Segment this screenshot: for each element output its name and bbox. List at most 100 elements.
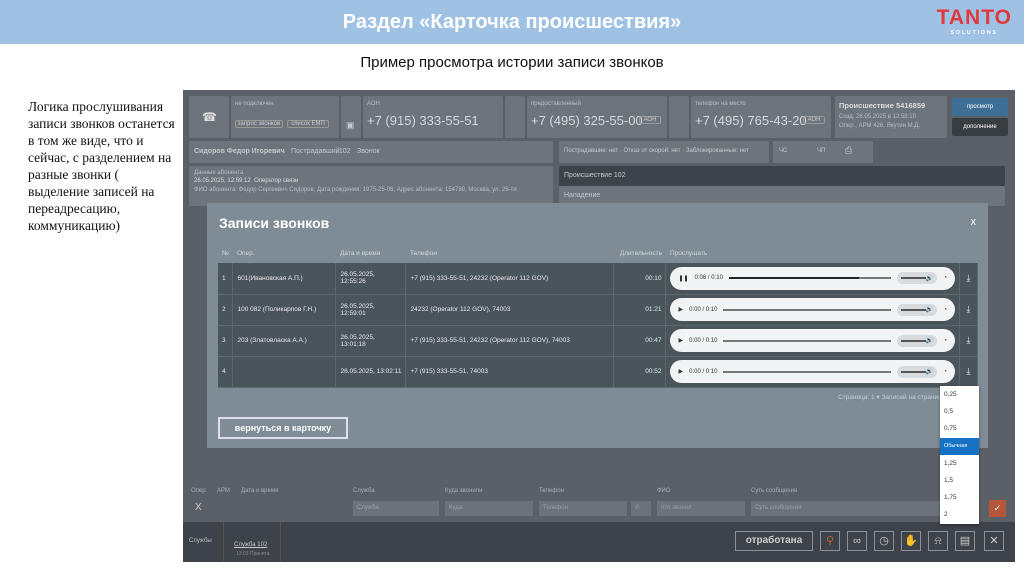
speed-option[interactable]: 0,5 bbox=[940, 403, 979, 420]
pause-icon[interactable]: ❚❚ bbox=[678, 275, 688, 282]
services-label: Службы bbox=[189, 538, 212, 544]
row-datetime: 26.05.2025, 12:55:26 bbox=[335, 263, 407, 295]
volume-icon[interactable]: 🔊 bbox=[926, 337, 933, 344]
print-icon[interactable]: ⎙ bbox=[845, 145, 852, 156]
volume-slider[interactable]: 🔊 bbox=[897, 303, 938, 316]
row-duration: 00:47 bbox=[613, 325, 667, 357]
speed-option[interactable]: 2 bbox=[940, 506, 979, 523]
slide-title: Раздел «Карточка происшествия» bbox=[342, 11, 682, 33]
col-header: Опер. bbox=[236, 249, 255, 257]
close-icon[interactable]: ✕ bbox=[984, 531, 1004, 551]
service-select[interactable]: Служба bbox=[353, 501, 439, 516]
row-duration: 00:52 bbox=[613, 356, 667, 388]
speed-option[interactable]: 0,75 bbox=[940, 420, 979, 437]
flags-bar: Пострадавшие: нет · Отказ от скорой: нет… bbox=[559, 141, 769, 163]
incident-info: Происшествие 5416859 Созд. 26.05.2025 в … bbox=[835, 96, 947, 138]
speed-icon[interactable]: ◔ bbox=[943, 275, 947, 281]
row-number: 2 bbox=[218, 294, 234, 326]
app-screenshot: ☎ не подключен запрос звонков список ЕМП… bbox=[183, 90, 1015, 562]
download-icon[interactable]: ⤓ bbox=[959, 356, 978, 388]
row-phone: +7 (915) 333-55-51, 24232 (Operator 112 … bbox=[405, 263, 615, 295]
done-button[interactable]: отработана bbox=[735, 531, 813, 551]
caller-call: Звонок bbox=[357, 148, 380, 155]
timer-icon[interactable]: ◷ bbox=[874, 531, 894, 551]
form-label: Телефон bbox=[539, 488, 564, 494]
fio-input[interactable]: Кто звонил bbox=[657, 501, 745, 516]
comment-icon[interactable]: ▤ bbox=[955, 531, 975, 551]
speed-icon[interactable]: ◔ bbox=[943, 338, 947, 344]
seek-slider[interactable] bbox=[728, 277, 892, 280]
chat-button[interactable] bbox=[669, 96, 689, 138]
form-label: Дата и время bbox=[241, 488, 279, 494]
service-tab[interactable]: Служба 102 13:03 Принята bbox=[223, 522, 281, 562]
message-input[interactable]: Суть сообщения bbox=[751, 501, 941, 516]
col-header: Длительность bbox=[619, 249, 662, 257]
volume-slider[interactable]: 🔊 bbox=[897, 334, 938, 347]
download-icon[interactable]: ⤓ bbox=[959, 325, 978, 357]
phone-input[interactable]: Телефон bbox=[539, 501, 627, 516]
clear-button[interactable]: X bbox=[195, 502, 202, 513]
emp-list-button[interactable]: список ЕМП bbox=[287, 120, 329, 128]
speed-option[interactable]: 1,75 bbox=[940, 489, 979, 506]
play-icon[interactable]: ▶ bbox=[678, 368, 683, 375]
seek-slider[interactable] bbox=[723, 308, 892, 311]
records-table: № Опер. Дата и время Телефон Длительност… bbox=[218, 243, 978, 388]
onsite-label: телефон на место bbox=[695, 101, 746, 107]
addition-button[interactable]: дополнение bbox=[952, 118, 1008, 136]
volume-icon[interactable]: 🔊 bbox=[926, 275, 933, 282]
seek-slider[interactable] bbox=[723, 339, 892, 342]
provided-value: +7 (495) 325-55-00 bbox=[531, 113, 643, 128]
download-icon[interactable]: ⤓ bbox=[959, 263, 978, 295]
incident-type-text: Нападение bbox=[564, 192, 601, 199]
alarm-icon[interactable]: ⍾ bbox=[928, 531, 948, 551]
volume-icon[interactable]: 🔊 bbox=[926, 368, 933, 375]
modal-close-button[interactable]: x bbox=[971, 216, 977, 228]
location-icon[interactable]: ⚲ bbox=[820, 531, 840, 551]
chp-toggle[interactable]: ЧП bbox=[817, 148, 825, 154]
play-icon[interactable]: ▶ bbox=[678, 337, 683, 344]
chs-bar: ЧС ЧП ⎙ bbox=[773, 141, 873, 163]
row-phone: +7 (915) 333-55-51, 74003 bbox=[405, 356, 615, 388]
call-button[interactable]: ✆ bbox=[631, 501, 651, 516]
connection-status: не подключен bbox=[235, 101, 274, 107]
seek-slider[interactable] bbox=[723, 370, 892, 373]
phone-icon: ☎ bbox=[202, 110, 217, 124]
speed-option[interactable]: 1,25 bbox=[940, 455, 979, 472]
chat-button[interactable]: ▣ bbox=[341, 96, 361, 138]
row-phone: 24232 (Operator 112 GOV), 74003 bbox=[405, 294, 615, 326]
playback-speed-menu[interactable]: 0,25 0,5 0,75 Обычная 1,25 1,5 1,75 2 bbox=[940, 386, 979, 524]
confirm-button[interactable]: ✓ bbox=[989, 500, 1006, 517]
where-input[interactable]: Куда bbox=[445, 501, 533, 516]
row-phone: +7 (915) 333-55-51, 24232 (Operator 112 … bbox=[405, 325, 615, 357]
volume-slider[interactable]: 🔊 bbox=[897, 365, 938, 378]
chs-toggle[interactable]: ЧС bbox=[779, 148, 787, 154]
provided-phone-field[interactable]: предоставленный +7 (495) 325-55-00 АОН bbox=[527, 96, 667, 138]
request-calls-button[interactable]: запрос звонков bbox=[235, 120, 283, 128]
speed-option[interactable]: 0,25 bbox=[940, 386, 979, 403]
row-datetime: 26.05.2025, 12:59:01 bbox=[335, 294, 407, 326]
audio-player: ▶ 0:00 / 0:10 🔊 ◔ bbox=[665, 294, 960, 326]
volume-slider[interactable]: 🔊 bbox=[897, 272, 938, 285]
hand-icon[interactable]: ✋ bbox=[901, 531, 921, 551]
aon-button[interactable]: АОН bbox=[639, 116, 661, 124]
play-icon[interactable]: ▶ bbox=[678, 306, 683, 313]
aon-button[interactable]: АОН bbox=[803, 116, 825, 124]
speed-icon[interactable]: ◔ bbox=[943, 307, 947, 313]
incident-panel-title: Происшествие 102 bbox=[564, 172, 626, 179]
speed-option[interactable]: Обычная bbox=[940, 437, 979, 455]
hangup-button[interactable]: ☎ bbox=[189, 96, 229, 138]
back-to-card-button[interactable]: вернуться в карточку bbox=[218, 417, 348, 439]
onsite-phone-field[interactable]: телефон на место +7 (495) 765-43-20 АОН bbox=[691, 96, 831, 138]
download-icon[interactable]: ⤓ bbox=[959, 294, 978, 326]
aon-field[interactable]: АОН +7 (915) 333-55-51 bbox=[363, 96, 503, 138]
view-button[interactable]: просмотр bbox=[952, 98, 1008, 116]
chat-button[interactable] bbox=[505, 96, 525, 138]
link-icon[interactable]: ∞ bbox=[847, 531, 867, 551]
speed-icon[interactable]: ◔ bbox=[943, 369, 947, 375]
subscriber-oper: Оператор связи bbox=[254, 178, 299, 184]
player-time: 0:00 / 0:10 bbox=[689, 368, 718, 375]
speed-option[interactable]: 1,5 bbox=[940, 472, 979, 489]
row-datetime: 26.05.2025, 13:01:18 bbox=[335, 325, 407, 357]
volume-icon[interactable]: 🔊 bbox=[926, 306, 933, 313]
form-label: Куда звонили bbox=[445, 488, 483, 494]
